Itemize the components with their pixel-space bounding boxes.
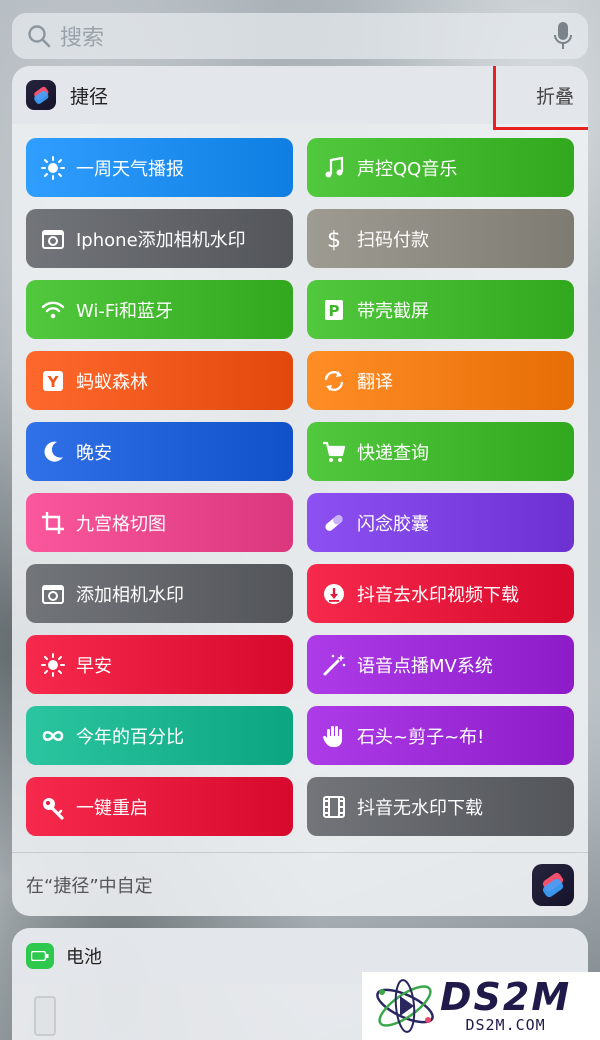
shortcuts-widget: 捷径 折叠 一周天气播报 声控QQ音乐 Iphone添加相机水印 $ 扫码付款 Wi-Fi…: [12, 66, 588, 916]
shortcut-tile[interactable]: $ 扫码付款: [307, 209, 574, 268]
shortcut-tile[interactable]: 今年的百分比: [26, 706, 293, 765]
shortcut-label: 带壳截屏: [357, 300, 429, 322]
watermark-title: DS2M: [440, 975, 572, 1019]
refresh-icon: [321, 368, 347, 394]
shortcut-label: 抖音去水印视频下载: [357, 584, 519, 606]
customize-link[interactable]: 在“捷径”中自定: [26, 872, 532, 898]
shortcut-tile[interactable]: 语音点播MV系统: [307, 635, 574, 694]
shortcut-label: 九宫格切图: [76, 513, 166, 535]
shortcut-tile[interactable]: 快递查询: [307, 422, 574, 481]
shortcut-label: 晚安: [76, 442, 112, 464]
film-icon: [321, 794, 347, 820]
shortcut-label: 闪念胶囊: [357, 513, 429, 535]
cart-icon: [321, 439, 347, 465]
shortcut-label: Wi-Fi和蓝牙: [76, 300, 173, 322]
infinity-icon: [40, 723, 66, 749]
y-icon: Y: [40, 368, 66, 394]
sun-icon: [40, 652, 66, 678]
p-icon: P: [321, 297, 347, 323]
shortcut-label: 一键重启: [76, 797, 148, 819]
shortcut-tile[interactable]: 抖音去水印视频下载: [307, 564, 574, 623]
download-icon: [321, 581, 347, 607]
shortcut-tile[interactable]: 石头~剪子~布!: [307, 706, 574, 765]
wifi-icon: [40, 297, 66, 323]
magic-wand-icon: [321, 652, 347, 678]
moon-icon: [40, 439, 66, 465]
shortcut-tile[interactable]: 翻译: [307, 351, 574, 410]
atom-logo-icon: [376, 979, 434, 1033]
shortcut-tile[interactable]: 闪念胶囊: [307, 493, 574, 552]
shortcuts-grid: 一周天气播报 声控QQ音乐 Iphone添加相机水印 $ 扫码付款 Wi-Fi和蓝牙 P 带壳…: [26, 138, 574, 836]
shortcut-label: 蚂蚁森林: [76, 371, 148, 393]
widget-title: 捷径: [70, 85, 109, 108]
shortcut-label: 一周天气播报: [76, 158, 184, 180]
battery-icon: [26, 943, 54, 969]
shortcut-label: 石头~剪子~布!: [357, 726, 485, 748]
shortcut-label: 翻译: [357, 371, 393, 393]
shortcut-tile[interactable]: Wi-Fi和蓝牙: [26, 280, 293, 339]
hand-icon: [321, 723, 347, 749]
shortcut-tile[interactable]: 声控QQ音乐: [307, 138, 574, 197]
search-icon: [28, 25, 51, 48]
key-icon: [40, 794, 66, 820]
svg-text:Y: Y: [47, 373, 60, 391]
dollar-icon: $: [321, 226, 347, 252]
shortcut-tile[interactable]: 晚安: [26, 422, 293, 481]
shortcut-tile[interactable]: 一键重启: [26, 777, 293, 836]
collapse-button[interactable]: 折叠: [536, 76, 574, 115]
shortcut-tile[interactable]: 九宫格切图: [26, 493, 293, 552]
svg-text:P: P: [329, 302, 340, 320]
camera-icon: [40, 226, 66, 252]
shortcut-label: 今年的百分比: [76, 726, 184, 748]
shortcut-label: 抖音无水印下载: [357, 797, 483, 819]
svg-text:$: $: [327, 228, 341, 252]
shortcut-tile[interactable]: 早安: [26, 635, 293, 694]
shortcut-label: 快递查询: [357, 442, 429, 464]
shortcut-label: 早安: [76, 655, 112, 677]
shortcut-tile[interactable]: 添加相机水印: [26, 564, 293, 623]
shortcuts-app-icon: [26, 80, 56, 110]
shortcut-label: Iphone添加相机水印: [76, 229, 246, 251]
ds2m-watermark: DS2M DS2M.COM: [362, 972, 600, 1040]
shortcut-tile[interactable]: Iphone添加相机水印: [26, 209, 293, 268]
shortcut-tile[interactable]: 一周天气播报: [26, 138, 293, 197]
shortcut-label: 语音点播MV系统: [357, 655, 493, 677]
shortcut-tile[interactable]: P 带壳截屏: [307, 280, 574, 339]
microphone-icon[interactable]: [552, 21, 574, 51]
shortcut-label: 声控QQ音乐: [357, 158, 458, 180]
search-bar[interactable]: 搜索: [12, 13, 588, 59]
search-placeholder: 搜索: [60, 26, 105, 51]
shortcut-tile[interactable]: 抖音无水印下载: [307, 777, 574, 836]
shortcut-tile[interactable]: Y 蚂蚁森林: [26, 351, 293, 410]
shortcut-label: 扫码付款: [357, 229, 429, 251]
sun-icon: [40, 155, 66, 181]
shortcuts-app-icon-large[interactable]: [532, 863, 574, 906]
phone-device-icon: [34, 996, 56, 1036]
music-note-icon: [321, 155, 347, 181]
battery-title: 电池: [66, 947, 102, 968]
widget-header: 捷径 折叠: [12, 66, 588, 124]
pill-icon: [321, 510, 347, 536]
shortcut-label: 添加相机水印: [76, 584, 184, 606]
widget-footer[interactable]: 在“捷径”中自定: [12, 852, 588, 916]
camera-icon: [40, 581, 66, 607]
crop-icon: [40, 510, 66, 536]
